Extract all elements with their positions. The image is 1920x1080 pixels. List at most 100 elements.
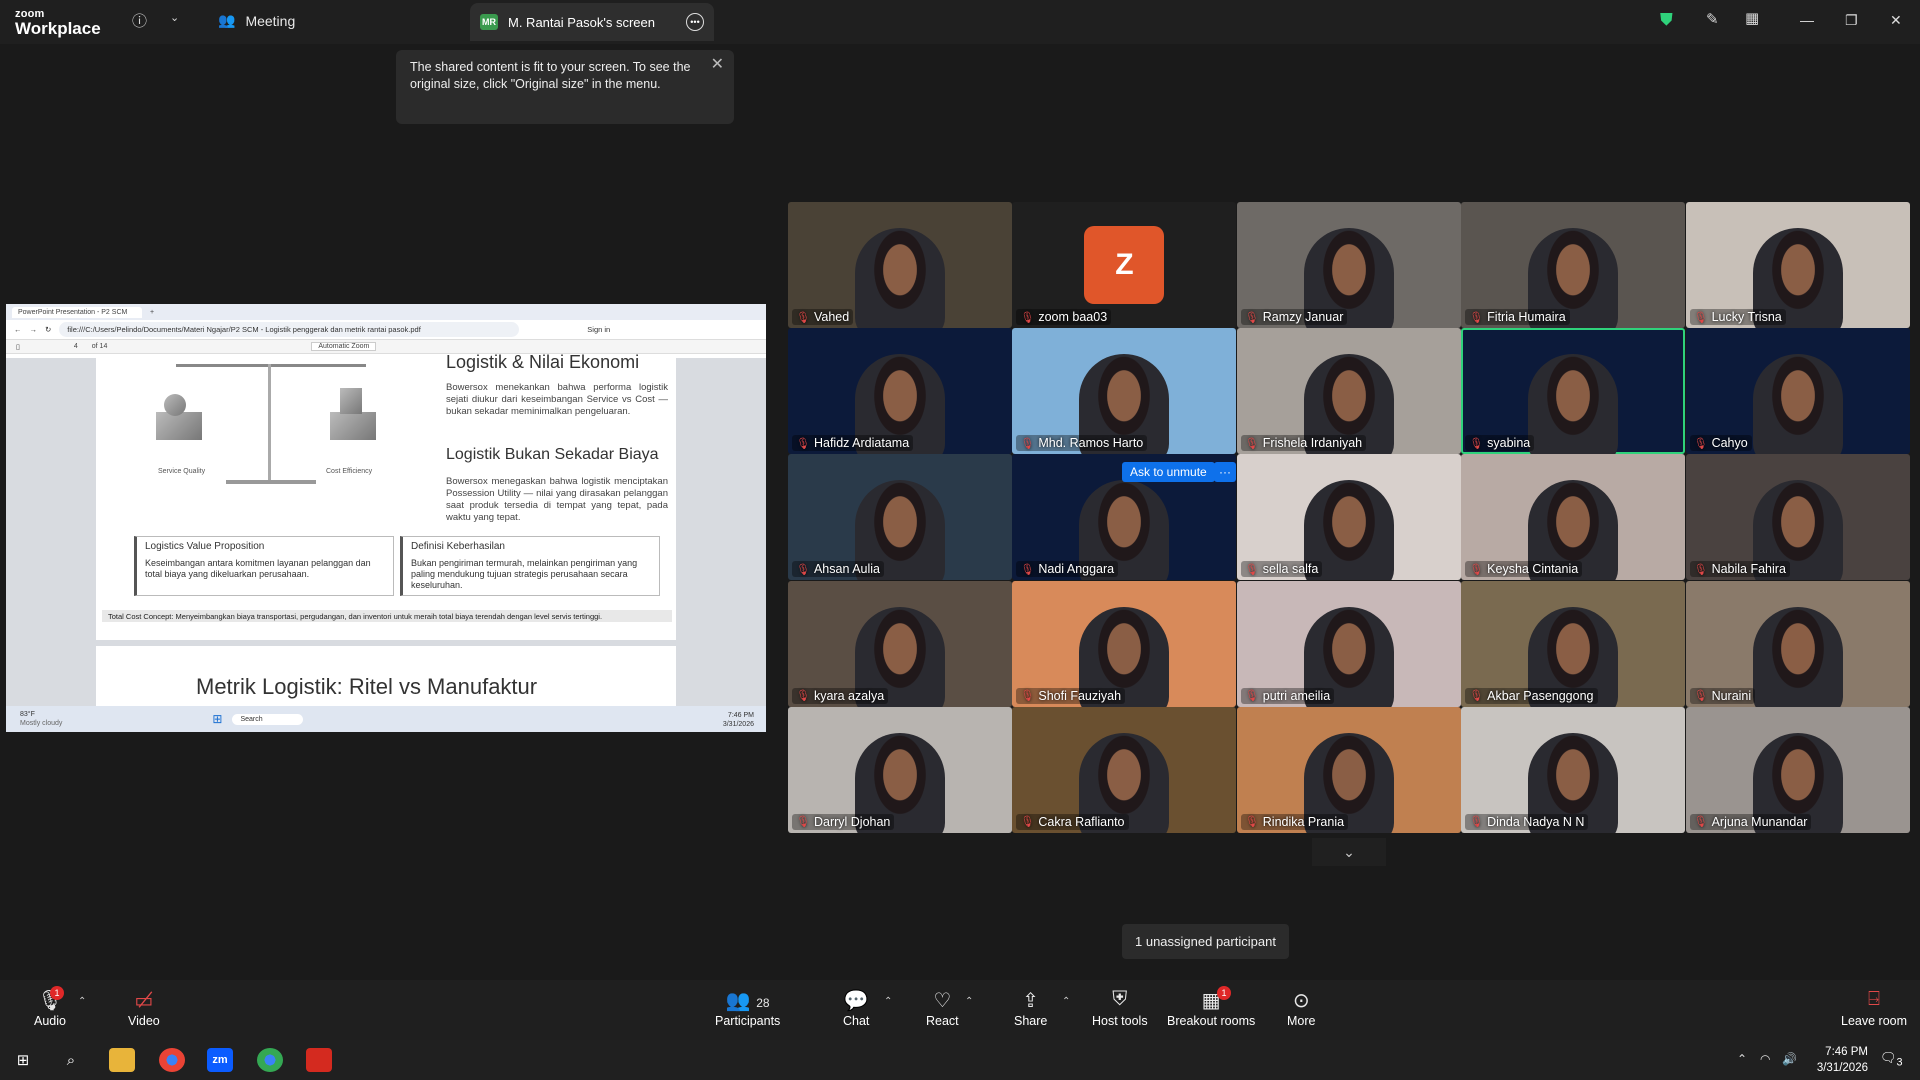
react-options-caret[interactable]: ⌃ <box>965 996 973 1007</box>
unassigned-participant-notice[interactable]: 1 unassigned participant <box>1122 924 1289 959</box>
participant-tile[interactable]: 🎙 Arjuna Munandar <box>1685 706 1910 833</box>
annotate-pen-icon[interactable]: ✎ <box>1706 10 1719 28</box>
participant-tile[interactable]: 🎙 Hafidz Ardiatama <box>788 328 1012 455</box>
participant-tile[interactable]: 🎙 Lucky Trisna <box>1685 202 1910 328</box>
mic-muted-icon: 🎙 <box>796 311 810 324</box>
participant-name: 🎙 putri ameilia <box>1240 687 1335 704</box>
title-bar: zoom Workplace ⓘ ⌄ 👥 Meeting MR M. Ranta… <box>0 0 1920 44</box>
audio-button[interactable]: 🎙 Audio 1 <box>34 986 66 1028</box>
participant-tile[interactable]: 🎙 Fitria Humaira <box>1461 202 1686 328</box>
info-icon[interactable]: ⓘ <box>132 10 147 31</box>
shared-screen-view[interactable]: PowerPoint Presentation - P2 SCM + ← → ↻… <box>6 304 766 732</box>
participant-name: 🎙 kyara azalya <box>792 687 889 704</box>
react-button[interactable]: ♡ React <box>926 988 959 1028</box>
participant-tile[interactable]: 🎙 Cakra Raflianto <box>1012 706 1237 833</box>
gallery-next-page-chevron[interactable]: ⌄ <box>1312 838 1386 866</box>
participant-tile[interactable]: 🎙 Rindika Prania <box>1236 706 1461 833</box>
participant-tile[interactable]: 🎙 Mhd. Ramos Harto <box>1012 328 1237 455</box>
participant-tile[interactable]: 🎙 Akbar Pasenggong <box>1461 580 1686 707</box>
leave-room-button[interactable]: ⍈ Leave room <box>1841 988 1907 1028</box>
total-cost-concept-bar: Total Cost Concept: Menyeimbangkan biaya… <box>102 610 672 622</box>
security-shield-icon[interactable]: ⛊ <box>1660 10 1673 30</box>
browser-tab[interactable]: PowerPoint Presentation - P2 SCM <box>12 306 142 318</box>
chat-options-caret[interactable]: ⌃ <box>884 996 892 1007</box>
participant-tile[interactable]: 🎙 Dinda Nadya N N <box>1461 706 1686 833</box>
more-button[interactable]: ⊙ More <box>1287 988 1315 1028</box>
maximize-icon[interactable]: ❐ <box>1845 12 1858 29</box>
participant-name: 🎙 Vahed <box>792 309 854 325</box>
tooltip-close-icon[interactable]: ✕ <box>711 56 724 73</box>
close-icon[interactable]: ✕ <box>1890 12 1902 29</box>
participant-name: 🎙 Dinda Nadya N N <box>1465 813 1589 830</box>
minimize-icon[interactable]: — <box>1800 12 1814 28</box>
chevron-down-icon[interactable]: ⌄ <box>170 11 179 24</box>
tile-more-options-button[interactable]: ··· <box>1214 462 1236 482</box>
wifi-icon[interactable]: ◠ <box>1760 1052 1770 1066</box>
chrome-profile-icon[interactable] <box>257 1048 283 1072</box>
participant-tile[interactable]: Z 🎙 zoom baa03 <box>1012 202 1237 328</box>
search-icon[interactable]: ⌕ <box>58 1048 84 1072</box>
pdf-next-page: Metrik Logistik: Ritel vs Manufaktur <box>96 646 676 706</box>
system-clock[interactable]: 7:46 PM 3/31/2026 <box>1817 1044 1868 1076</box>
volume-icon[interactable]: 🔊 <box>1782 1052 1797 1066</box>
pdf-viewer[interactable]: Service Quality Cost Efficiency Logistik… <box>6 352 766 706</box>
participant-tile[interactable]: 🎙 Ahsan Aulia <box>788 454 1012 581</box>
video-button[interactable]: ▭̸ Video <box>128 988 160 1028</box>
share-options-caret[interactable]: ⌃ <box>1062 996 1070 1007</box>
url-field[interactable]: file:///C:/Users/Pelindo/Documents/Mater… <box>59 322 520 337</box>
participants-button[interactable]: 👥 28 Participants <box>715 988 780 1028</box>
notifications-icon[interactable]: 🗨3 <box>1880 1050 1903 1069</box>
participant-tile[interactable]: 🎙 Frishela Irdaniyah <box>1236 328 1461 455</box>
more-options-icon[interactable]: ••• <box>686 13 704 31</box>
weather-widget[interactable]: 83°F Mostly cloudy <box>20 710 62 728</box>
breakout-rooms-button[interactable]: ▦ Breakout rooms 1 <box>1167 986 1255 1028</box>
host-tools-button[interactable]: ⛨ Host tools <box>1092 988 1148 1028</box>
chrome-icon[interactable] <box>159 1048 185 1072</box>
share-button[interactable]: ⇪ Share <box>1014 988 1047 1028</box>
meeting-button[interactable]: 👥 Meeting <box>218 12 295 29</box>
reload-icon[interactable]: ↻ <box>45 325 51 334</box>
file-explorer-icon[interactable] <box>109 1048 135 1072</box>
mic-muted-icon: 🎙 <box>796 563 810 576</box>
participant-tile[interactable]: 🎙 kyara azalya <box>788 580 1012 707</box>
participant-tile[interactable]: 🎙 Keysha Cintania <box>1461 454 1686 581</box>
participant-name: 🎙 Lucky Trisna <box>1689 309 1786 325</box>
acrobat-icon[interactable] <box>306 1048 332 1072</box>
heart-icon: ♡ <box>933 990 952 1012</box>
chat-button[interactable]: 💬 Chat <box>843 988 869 1028</box>
participant-tile[interactable]: 🎙 Vahed <box>788 202 1012 328</box>
mic-muted-icon: 🎙 <box>1020 816 1035 829</box>
participant-tile[interactable]: 🎙 Nuraini <box>1685 580 1910 707</box>
participant-name: 🎙 Mhd. Ramos Harto <box>1016 435 1148 452</box>
participant-tile[interactable]: 🎙 putri ameilia <box>1236 580 1461 707</box>
sign-in-button[interactable]: Sign in <box>587 325 610 334</box>
forward-icon[interactable]: → <box>30 325 38 334</box>
windows-start-icon[interactable]: ⊞ <box>10 1048 36 1072</box>
sidebar-toggle-icon[interactable]: ▯ <box>16 343 20 351</box>
new-tab-icon[interactable]: + <box>150 309 154 316</box>
balance-scale-beam <box>176 364 366 367</box>
participant-tile[interactable]: 🎙 sella salfa <box>1236 454 1461 581</box>
back-icon[interactable]: ← <box>14 325 22 334</box>
windows-start-icon[interactable]: ⊞ <box>212 712 222 726</box>
participant-tile[interactable]: 🎙 Darryl Djohan <box>788 706 1012 833</box>
shared-taskbar: 83°F Mostly cloudy ⊞ Search 7:46 PM 3/31… <box>6 706 766 732</box>
zoom-select[interactable]: Automatic Zoom <box>311 342 377 351</box>
participant-tile[interactable]: 🎙 Nabila Fahira <box>1685 454 1910 581</box>
ask-to-unmute-button[interactable]: Ask to unmute <box>1122 462 1215 482</box>
mic-muted-icon: 🎙 <box>1693 816 1708 829</box>
page-number-field[interactable]: 4 <box>74 343 78 350</box>
zoom-app-icon[interactable]: zm <box>207 1048 233 1072</box>
shared-screen-tab[interactable]: MR M. Rantai Pasok's screen ••• <box>470 3 714 41</box>
participant-tile[interactable]: 🎙 Ramzy Januar <box>1236 202 1461 328</box>
audio-options-caret[interactable]: ⌃ <box>78 996 86 1007</box>
tray-chevron-icon[interactable]: ⌃ <box>1737 1052 1747 1066</box>
participant-tile[interactable]: 🎙 Shofi Fauziyah <box>1012 580 1237 707</box>
participant-tile[interactable]: 🎙 syabina <box>1461 328 1686 455</box>
mic-muted-icon: 🎙 <box>1244 311 1259 324</box>
definisi-keberhasilan-box: Definisi Keberhasilan Bukan pengiriman t… <box>400 536 660 596</box>
view-layout-icon[interactable]: ▦ <box>1745 9 1759 27</box>
participant-tile[interactable]: 🎙 Cahyo <box>1685 328 1910 455</box>
shared-search-box[interactable]: Search <box>232 713 303 725</box>
participant-name: 🎙 Keysha Cintania <box>1465 561 1583 578</box>
